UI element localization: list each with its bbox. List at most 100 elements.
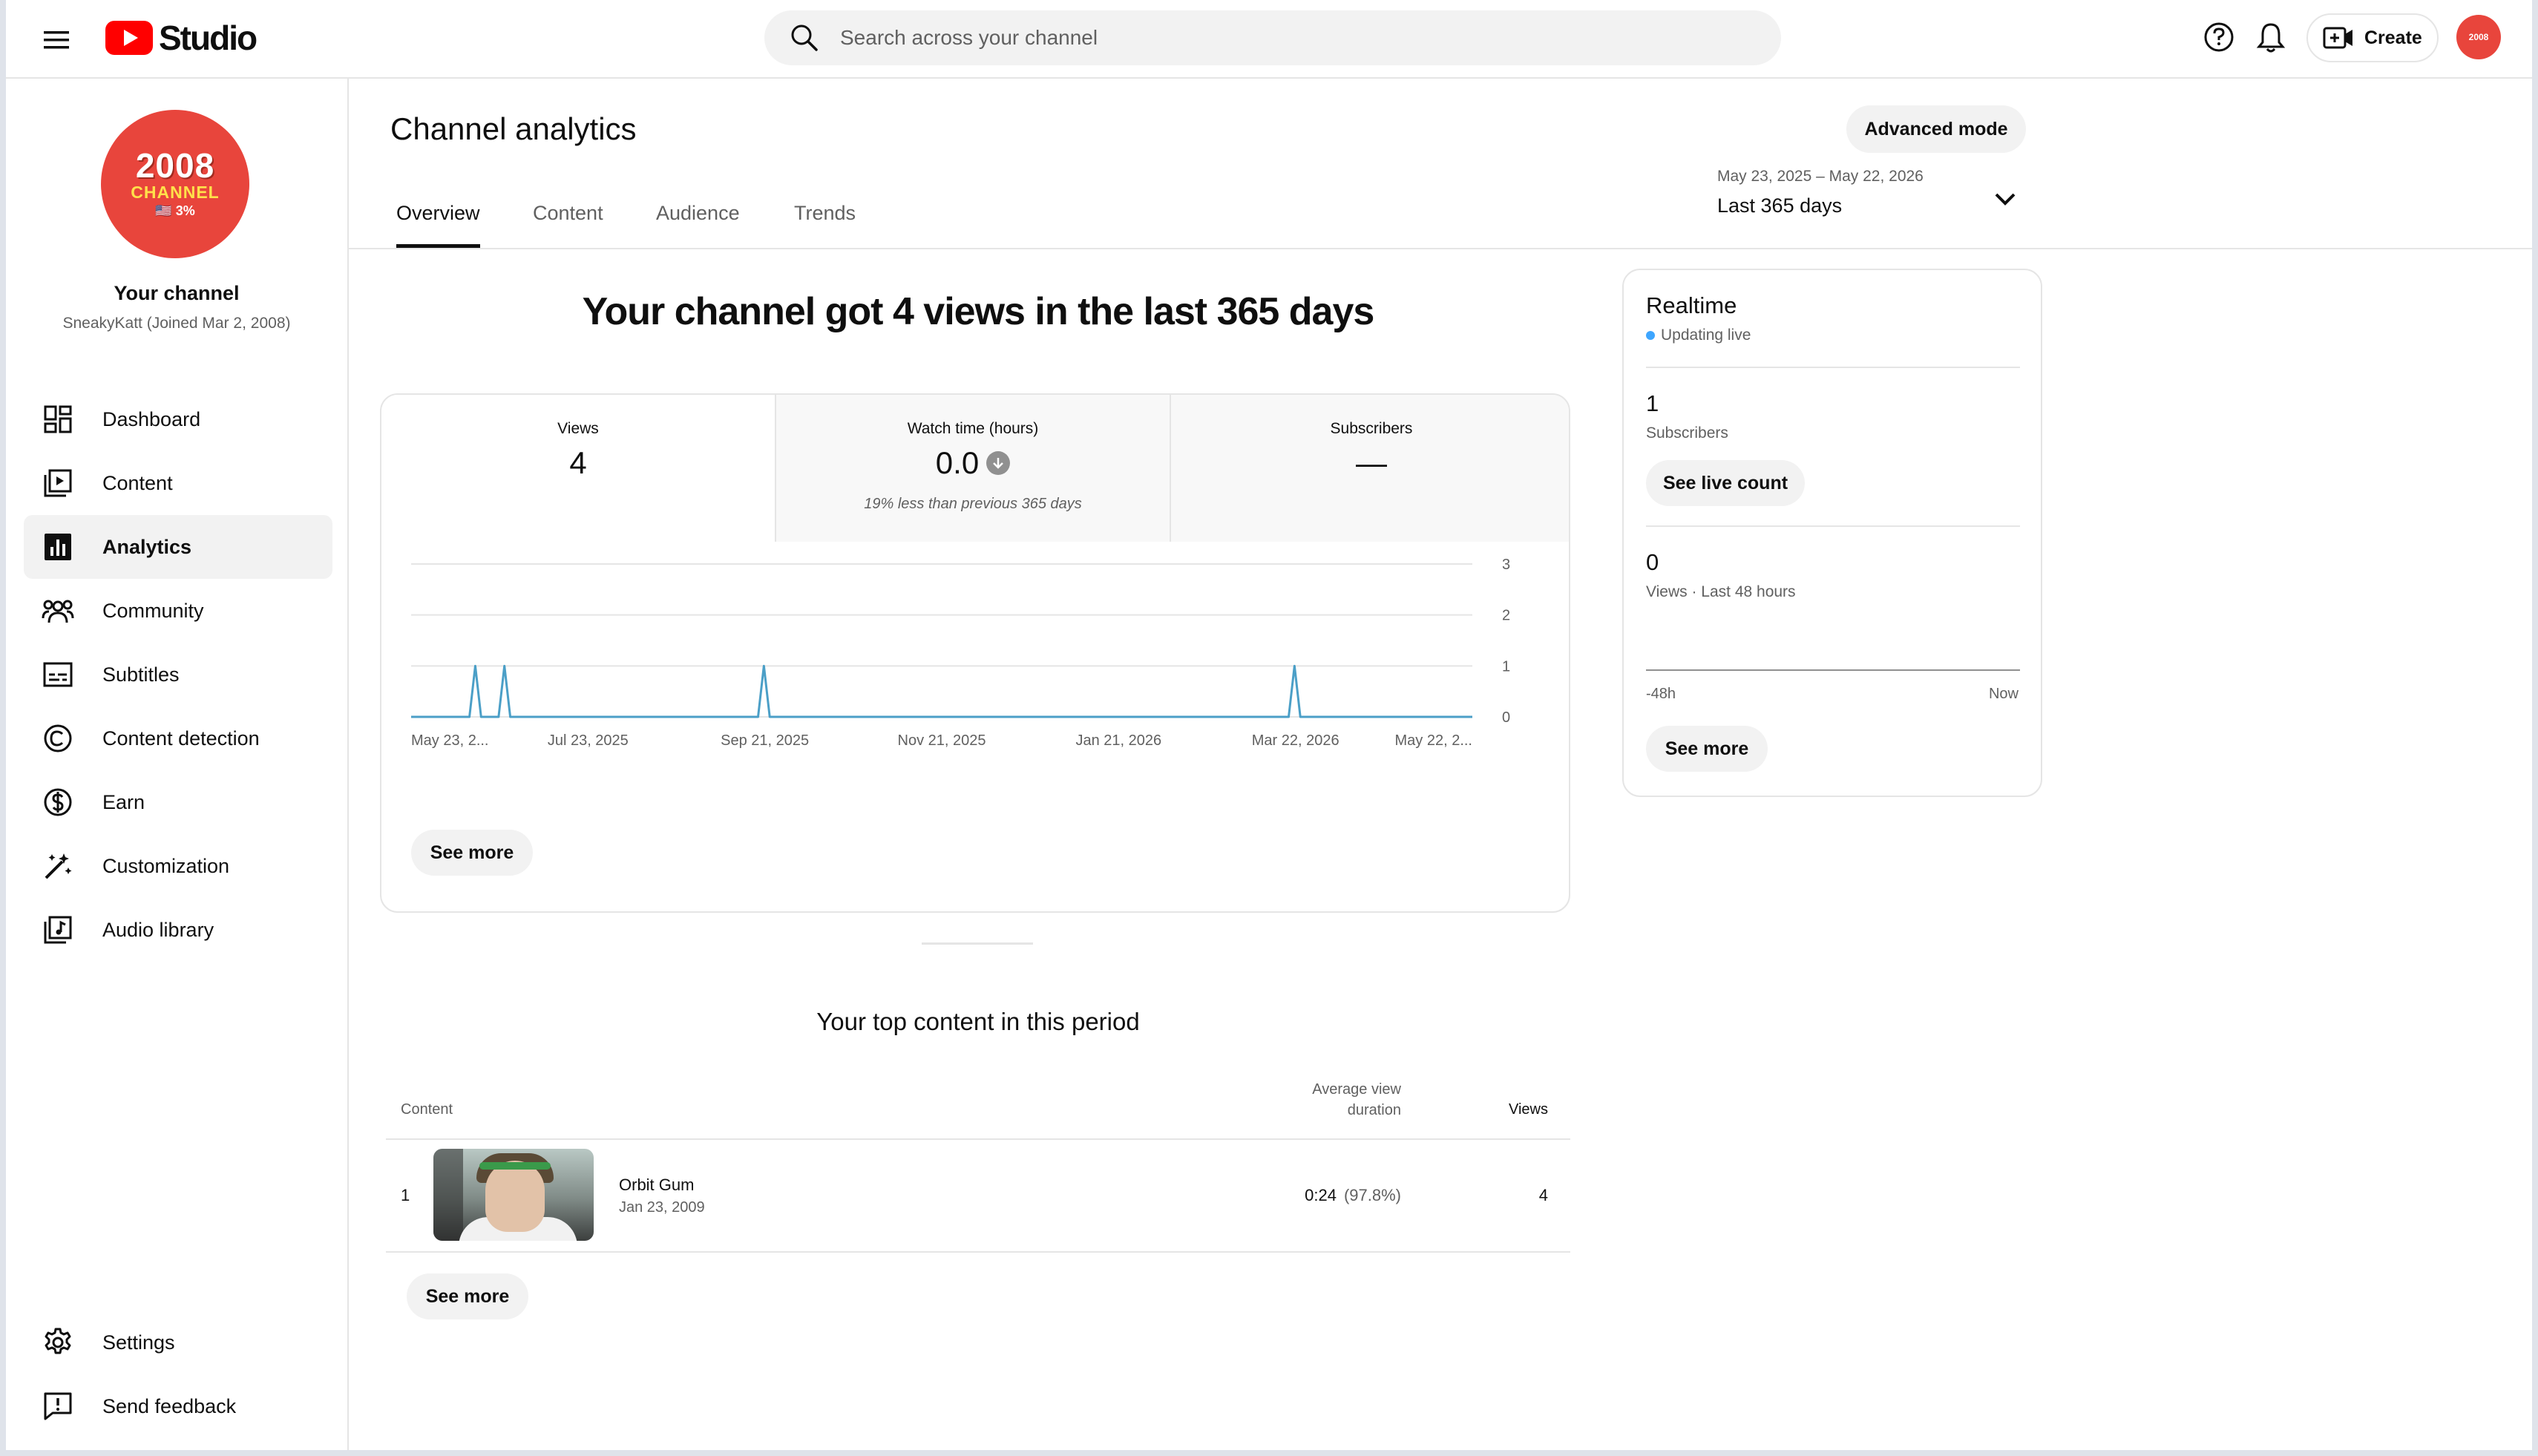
thumb-face [485,1161,545,1232]
video-date: Jan 23, 2009 [619,1199,705,1216]
channel-avatar-line3: 🇺🇸 3% [155,203,195,218]
tab-content[interactable]: Content [533,190,603,248]
x-tick-label: May 23, 2... [411,732,489,749]
tab-audience[interactable]: Audience [656,190,740,248]
thumb-window [433,1149,463,1241]
y-tick-label: 1 [1502,658,1510,675]
sidebar-item-label: Content [102,471,173,494]
search-bar[interactable] [764,10,1781,65]
metric-watch-time[interactable]: Watch time (hours) 0.0 19% less than pre… [776,395,1171,542]
youtube-play-icon [105,21,153,55]
advanced-mode-button[interactable]: Advanced mode [1846,105,2026,153]
metric-value-text: 0.0 [935,445,980,480]
y-tick-label: 3 [1502,557,1510,573]
metric-label: Views [557,420,599,437]
avg-duration-pct: (97.8%) [1343,1186,1401,1204]
video-thumbnail[interactable] [433,1149,594,1241]
community-icon [40,593,76,629]
realtime-divider [1646,367,2020,368]
video-title[interactable]: Orbit Gum [619,1175,694,1195]
column-header-avg-line1: Average view [1312,1081,1401,1098]
metric-value: 4 [381,445,775,481]
analytics-icon [40,529,76,565]
channel-avatar-line1: 2008 [135,146,215,185]
help-icon[interactable] [2198,16,2240,58]
sidebar-item-label: Customization [102,854,230,877]
notifications-bell-icon[interactable] [2250,16,2292,58]
tabs-divider [349,248,2532,249]
account-avatar-text: 2008 [2468,32,2489,42]
x-tick-label: Mar 22, 2026 [1252,732,1340,749]
realtime-views-value: 0 [1646,549,1659,575]
realtime-status-text: Updating live [1661,327,1751,344]
metric-value: — [1171,445,1569,481]
realtime-title: Realtime [1646,292,1737,318]
sidebar-item-analytics[interactable]: Analytics [24,515,332,579]
sidebar-item-content[interactable]: Content [24,451,332,515]
x-tick-label: Jan 21, 2026 [1076,732,1162,749]
sidebar-item-label: Earn [102,790,145,813]
realtime-chart-axis [1646,669,2020,671]
create-button[interactable]: Create [2306,13,2439,62]
sidebar-item-dashboard[interactable]: Dashboard [24,387,332,451]
metric-subscribers[interactable]: Subscribers — [1171,395,1569,542]
column-header-avg-line2: duration [1347,1102,1401,1118]
sidebar-item-content-detection[interactable]: Content detection [24,706,332,770]
date-range-dates: May 23, 2025 – May 22, 2026 [1717,168,1924,185]
studio-logo[interactable]: Studio [105,16,258,59]
section-divider [922,942,1033,945]
date-range-label: Last 365 days [1717,194,1843,217]
table-divider [386,1251,1570,1253]
sidebar-item-label: Audio library [102,918,214,941]
chart-see-more-button[interactable]: See more [411,830,533,876]
create-label: Create [2364,27,2422,48]
tab-trends[interactable]: Trends [794,190,856,248]
sidebar-item-label: Settings [102,1331,175,1354]
left-sidebar: 2008 CHANNEL 🇺🇸 3% Your channel SneakyKa… [6,79,349,1450]
tab-overview[interactable]: Overview [396,190,480,248]
realtime-divider [1646,525,2020,527]
channel-handle: SneakyKatt (Joined Mar 2, 2008) [62,315,291,332]
menu-icon[interactable] [36,19,77,61]
realtime-card: Realtime Updating live 1 Subscribers See… [1622,269,2042,797]
realtime-axis-start: -48h [1646,686,1676,702]
realtime-see-more-button[interactable]: See more [1646,726,1768,772]
copyright-icon [40,721,76,756]
x-tick-label: May 22, 2... [1395,732,1473,749]
account-avatar[interactable]: 2008 [2456,15,2501,59]
realtime-subscribers-label: Subscribers [1646,424,1728,442]
thumb-headband [479,1162,551,1170]
column-header-avg-duration: Average view duration [1268,1079,1401,1121]
sidebar-item-audio-library[interactable]: Audio library [24,898,332,962]
channel-avatar-line2: CHANNEL [131,183,220,202]
table-see-more-button[interactable]: See more [407,1273,528,1319]
sidebar-item-earn[interactable]: Earn [24,770,332,834]
subtitles-icon [40,657,76,692]
gear-icon [40,1325,76,1360]
sidebar-item-community[interactable]: Community [24,579,332,643]
search-icon[interactable] [787,20,822,56]
metric-views[interactable]: Views 4 [381,395,776,542]
avg-view-duration: 0:24 (97.8%) [1268,1186,1401,1205]
feedback-icon [40,1388,76,1424]
metric-label: Watch time (hours) [907,420,1039,437]
create-video-icon [2323,27,2352,49]
chevron-down-icon [1995,193,2016,206]
sidebar-item-send-feedback[interactable]: Send feedback [24,1374,332,1438]
sidebar-item-label: Dashboard [102,407,201,430]
search-input[interactable] [840,26,1731,50]
metric-label: Subscribers [1330,420,1413,437]
sidebar-item-customization[interactable]: Customization [24,834,332,898]
realtime-status: Updating live [1646,327,1751,344]
magic-wand-icon [40,848,76,884]
live-dot-icon [1646,331,1655,340]
channel-avatar[interactable]: 2008 CHANNEL 🇺🇸 3% [101,110,249,258]
date-range-picker[interactable]: May 23, 2025 – May 22, 2026 Last 365 day… [1717,168,2029,227]
views-line-chart: 0 1 2 3 May 23, 2... Jul 23, 2025 Sep 21, 2025… [411,557,1510,749]
sidebar-item-subtitles[interactable]: Subtitles [24,643,332,706]
top-content-title: Your top content in this period [816,1008,1140,1035]
views-value: 4 [1538,1186,1548,1204]
sidebar-item-settings[interactable]: Settings [24,1311,332,1374]
sidebar-item-label: Analytics [102,535,192,558]
see-live-count-button[interactable]: See live count [1646,460,1805,506]
